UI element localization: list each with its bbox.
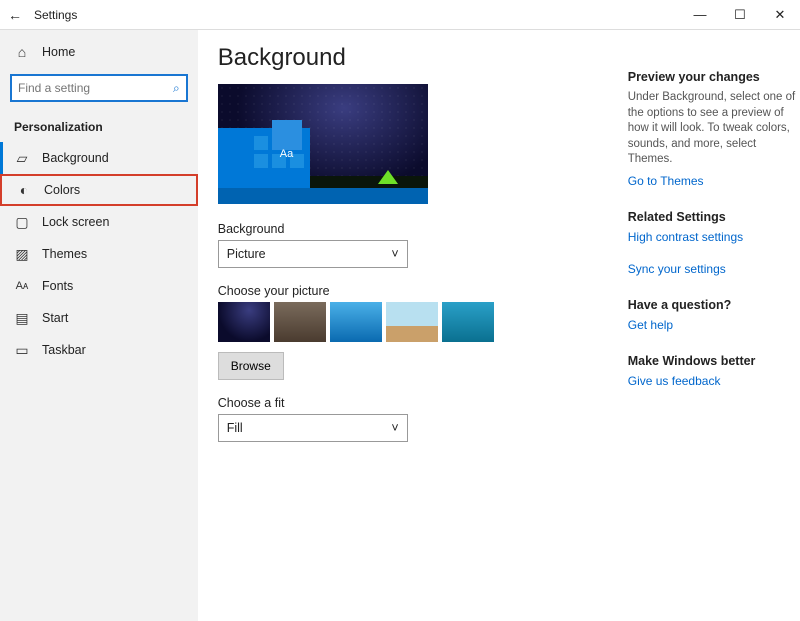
sidebar-item-label: Lock screen	[42, 215, 109, 229]
home-icon: ⌂	[14, 44, 30, 60]
sidebar-item-lockscreen[interactable]: ▢ Lock screen	[0, 206, 198, 238]
sidebar-item-label: Start	[42, 311, 68, 325]
sidebar-item-label: Themes	[42, 247, 87, 261]
high-contrast-link[interactable]: High contrast settings	[628, 230, 798, 244]
maximize-button[interactable]: ☐	[720, 0, 760, 30]
window-title: Settings	[30, 8, 680, 22]
preview-heading: Preview your changes	[628, 70, 798, 84]
search-icon: ⌕	[173, 81, 180, 96]
sidebar-item-label: Background	[42, 151, 109, 165]
themes-icon: ▨	[14, 246, 30, 263]
sidebar: ⌂ Home ⌕ Personalization ▱ Background ◐ …	[0, 30, 198, 621]
picture-thumb-4[interactable]	[386, 302, 438, 342]
fonts-icon: Aᴀ	[14, 280, 30, 292]
choose-picture-label: Choose your picture	[218, 284, 618, 298]
lock-icon: ▢	[14, 214, 30, 231]
search-input[interactable]	[18, 81, 173, 95]
background-dropdown[interactable]: Picture ˅	[218, 240, 408, 268]
page-title: Background	[218, 44, 618, 72]
picture-thumb-2[interactable]	[274, 302, 326, 342]
titlebar: ← Settings — ☐ ✕	[0, 0, 800, 30]
sync-settings-link[interactable]: Sync your settings	[628, 262, 798, 276]
sidebar-item-themes[interactable]: ▨ Themes	[0, 238, 198, 270]
sidebar-home[interactable]: ⌂ Home	[0, 36, 198, 68]
minimize-button[interactable]: —	[680, 0, 720, 30]
question-heading: Have a question?	[628, 298, 798, 312]
sidebar-item-background[interactable]: ▱ Background	[0, 142, 198, 174]
go-to-themes-link[interactable]: Go to Themes	[628, 174, 798, 188]
picture-thumb-5[interactable]	[442, 302, 494, 342]
sidebar-item-label: Fonts	[42, 279, 73, 293]
close-button[interactable]: ✕	[760, 0, 800, 30]
picture-icon: ▱	[14, 150, 30, 167]
desktop-preview: Aa	[218, 84, 428, 204]
get-help-link[interactable]: Get help	[628, 318, 798, 332]
feedback-link[interactable]: Give us feedback	[628, 374, 798, 388]
sidebar-item-label: Colors	[44, 183, 80, 197]
start-icon: ▤	[14, 310, 30, 327]
sidebar-home-label: Home	[42, 45, 75, 59]
fit-dropdown[interactable]: Fill ˅	[218, 414, 408, 442]
picture-thumb-3[interactable]	[330, 302, 382, 342]
main-panel: Background Aa Background Picture ˅	[198, 30, 800, 621]
sidebar-item-fonts[interactable]: Aᴀ Fonts	[0, 270, 198, 302]
sidebar-item-colors[interactable]: ◐ Colors	[0, 174, 198, 206]
search-box[interactable]: ⌕	[10, 74, 188, 102]
background-label: Background	[218, 222, 618, 236]
sidebar-item-label: Taskbar	[42, 343, 86, 357]
preview-description: Under Background, select one of the opti…	[628, 90, 798, 168]
section-header: Personalization	[0, 112, 198, 142]
palette-icon: ◐	[16, 182, 32, 198]
picture-thumb-1[interactable]	[218, 302, 270, 342]
back-button[interactable]: ←	[0, 7, 30, 23]
feedback-heading: Make Windows better	[628, 354, 798, 368]
sidebar-item-start[interactable]: ▤ Start	[0, 302, 198, 334]
sidebar-item-taskbar[interactable]: ▭ Taskbar	[0, 334, 198, 366]
fit-label: Choose a fit	[218, 396, 618, 410]
right-column: Preview your changes Under Background, s…	[628, 44, 798, 607]
preview-sample-text: Aa	[280, 148, 293, 160]
taskbar-icon: ▭	[14, 342, 30, 359]
background-dropdown-value: Picture	[227, 247, 266, 261]
chevron-down-icon: ˅	[391, 421, 398, 435]
fit-dropdown-value: Fill	[227, 421, 243, 435]
chevron-down-icon: ˅	[391, 247, 398, 261]
related-heading: Related Settings	[628, 210, 798, 224]
browse-button[interactable]: Browse	[218, 352, 284, 380]
